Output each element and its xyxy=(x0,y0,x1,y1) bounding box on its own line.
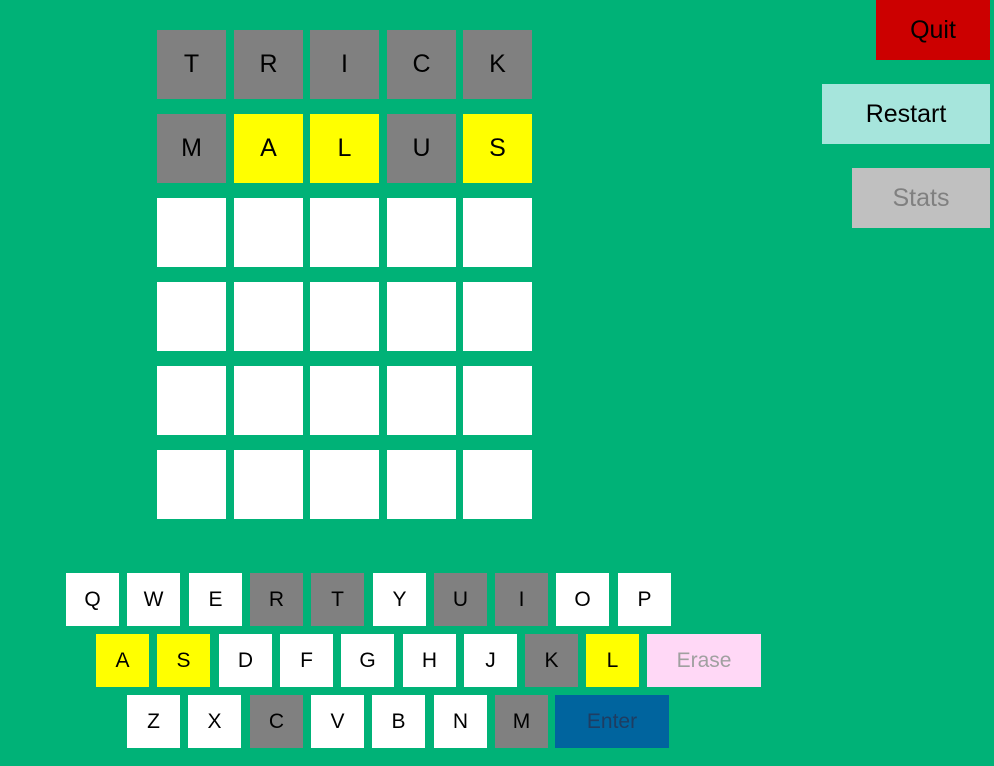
board-tile xyxy=(310,366,379,435)
key-s[interactable]: S xyxy=(157,634,210,687)
board-tile: U xyxy=(387,114,456,183)
key-e[interactable]: E xyxy=(189,573,242,626)
board-tile: C xyxy=(387,30,456,99)
board-tile: M xyxy=(157,114,226,183)
key-b[interactable]: B xyxy=(372,695,425,748)
board-tile xyxy=(157,282,226,351)
key-i[interactable]: I xyxy=(495,573,548,626)
board-tile xyxy=(234,450,303,519)
board-tile xyxy=(234,198,303,267)
key-d[interactable]: D xyxy=(219,634,272,687)
key-n[interactable]: N xyxy=(434,695,487,748)
board-tile: L xyxy=(310,114,379,183)
key-f[interactable]: F xyxy=(280,634,333,687)
key-q[interactable]: Q xyxy=(66,573,119,626)
key-y[interactable]: Y xyxy=(373,573,426,626)
key-o[interactable]: O xyxy=(556,573,609,626)
key-g[interactable]: G xyxy=(341,634,394,687)
board-tile: T xyxy=(157,30,226,99)
restart-button[interactable]: Restart xyxy=(822,84,990,144)
board-tile xyxy=(310,198,379,267)
board-tile xyxy=(310,282,379,351)
board-tile xyxy=(157,450,226,519)
board-tile: K xyxy=(463,30,532,99)
board-tile xyxy=(157,366,226,435)
board-tile xyxy=(387,366,456,435)
board-tile xyxy=(387,198,456,267)
board-tile xyxy=(387,282,456,351)
key-w[interactable]: W xyxy=(127,573,180,626)
board-tile xyxy=(463,366,532,435)
key-a[interactable]: A xyxy=(96,634,149,687)
board-tile: R xyxy=(234,30,303,99)
key-c[interactable]: C xyxy=(250,695,303,748)
board-tile xyxy=(310,450,379,519)
key-m[interactable]: M xyxy=(495,695,548,748)
board-tile: I xyxy=(310,30,379,99)
board-tile xyxy=(387,450,456,519)
key-t[interactable]: T xyxy=(311,573,364,626)
key-k[interactable]: K xyxy=(525,634,578,687)
key-j[interactable]: J xyxy=(464,634,517,687)
quit-button[interactable]: Quit xyxy=(876,0,990,60)
board-tile xyxy=(234,366,303,435)
board-tile xyxy=(463,198,532,267)
key-p[interactable]: P xyxy=(618,573,671,626)
key-v[interactable]: V xyxy=(311,695,364,748)
enter-key[interactable]: Enter xyxy=(555,695,669,748)
stats-button[interactable]: Stats xyxy=(852,168,990,228)
board-tile xyxy=(234,282,303,351)
key-x[interactable]: X xyxy=(188,695,241,748)
board-tile: S xyxy=(463,114,532,183)
erase-key[interactable]: Erase xyxy=(647,634,761,687)
board-tile xyxy=(157,198,226,267)
board-tile xyxy=(463,450,532,519)
key-h[interactable]: H xyxy=(403,634,456,687)
board-tile: A xyxy=(234,114,303,183)
key-r[interactable]: R xyxy=(250,573,303,626)
key-l[interactable]: L xyxy=(586,634,639,687)
key-u[interactable]: U xyxy=(434,573,487,626)
board-tile xyxy=(463,282,532,351)
key-z[interactable]: Z xyxy=(127,695,180,748)
